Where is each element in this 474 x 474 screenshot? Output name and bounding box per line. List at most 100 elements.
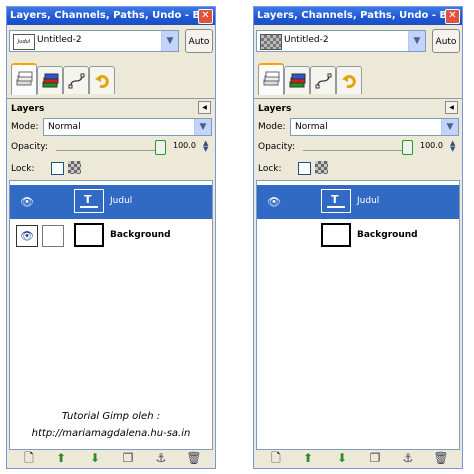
chain-toggle[interactable] — [42, 225, 64, 247]
watermark-line: http://mariamagdalena.hu-sa.in — [31, 428, 191, 439]
dock-title: Layers, Channels, Paths, Undo - B... — [257, 10, 459, 21]
lock-alpha-icon[interactable] — [315, 161, 328, 174]
opacity-label: Opacity: — [258, 142, 295, 152]
opacity-slider-handle[interactable] — [402, 140, 413, 155]
mode-value: Normal — [48, 122, 81, 132]
layer-name[interactable]: Judul — [357, 196, 379, 206]
chevron-down-icon[interactable]: ▼ — [441, 119, 458, 135]
tab-paths[interactable] — [63, 66, 89, 94]
layers-toolbar: 🗋 ⬆ ⬇ ❐ ⚓ 🗑 — [7, 448, 215, 468]
auto-button[interactable]: Auto — [432, 29, 460, 53]
lock-alpha-icon[interactable] — [68, 161, 81, 174]
layer-name[interactable]: Background — [357, 230, 418, 240]
raise-layer-icon[interactable]: ⬆ — [300, 450, 316, 466]
section-title: Layers — [258, 104, 292, 114]
layers-list: 👁 T Judul 👁 Background Tutorial Gimp ole… — [9, 180, 213, 450]
layer-row[interactable]: 👁 T Judul — [257, 185, 459, 219]
new-layer-icon[interactable]: 🗋 — [21, 450, 37, 466]
tab-paths[interactable] — [310, 66, 336, 94]
mode-select[interactable]: Normal ▼ — [290, 118, 459, 136]
paths-icon — [315, 73, 332, 89]
eye-icon: 👁 — [20, 195, 34, 209]
lock-label: Lock: — [258, 164, 282, 174]
paths-icon — [68, 73, 85, 89]
opacity-spinner-icon[interactable]: ▲ ▼ — [203, 140, 208, 153]
layer-thumbnail — [321, 223, 351, 247]
tab-channels[interactable] — [284, 66, 310, 94]
layer-name[interactable]: Background — [110, 230, 171, 240]
dock-title-bar[interactable]: Layers, Channels, Paths, Undo - B... ✕ — [254, 7, 462, 25]
image-thumbnail — [260, 34, 282, 50]
raise-layer-icon[interactable]: ⬆ — [53, 450, 69, 466]
opacity-value[interactable]: 100.0 — [173, 141, 196, 150]
tab-undo[interactable] — [89, 66, 115, 94]
lower-layer-icon[interactable]: ⬇ — [334, 450, 350, 466]
delete-layer-icon[interactable]: 🗑 — [433, 450, 449, 466]
delete-layer-icon[interactable]: 🗑 — [186, 450, 202, 466]
new-layer-icon[interactable]: 🗋 — [268, 450, 284, 466]
image-selector[interactable]: Untitled-2 ▼ — [256, 30, 426, 52]
dock-title-bar[interactable]: Layers, Channels, Paths, Undo - B... ✕ — [7, 7, 215, 25]
dock-menu-icon[interactable]: ◀ — [445, 101, 458, 114]
dock-title: Layers, Channels, Paths, Undo - B... — [10, 10, 212, 21]
layer-row[interactable]: 👁 Background — [10, 219, 212, 253]
anchor-layer-icon[interactable]: ⚓ — [400, 450, 416, 466]
chain-toggle[interactable] — [289, 225, 311, 247]
channels-icon — [289, 73, 306, 88]
layer-name[interactable]: Judul — [110, 196, 132, 206]
text-layer-icon: T — [331, 193, 339, 206]
dock-tabs — [254, 62, 462, 99]
close-icon[interactable]: ✕ — [198, 9, 213, 24]
layers-dock-right: Layers, Channels, Paths, Undo - B... ✕ U… — [253, 6, 463, 469]
watermark-line: Tutorial Gimp oleh : — [61, 411, 161, 422]
channels-icon — [42, 73, 59, 88]
layers-icon — [263, 71, 280, 86]
layers-dock-left: Layers, Channels, Paths, Undo - B... ✕ J… — [6, 6, 216, 469]
anchor-layer-icon[interactable]: ⚓ — [153, 450, 169, 466]
tab-channels[interactable] — [37, 66, 63, 94]
eye-icon: 👁 — [267, 195, 281, 209]
tab-layers[interactable] — [258, 63, 284, 95]
tab-layers[interactable] — [11, 63, 37, 95]
lower-layer-icon[interactable]: ⬇ — [87, 450, 103, 466]
undo-icon — [95, 75, 109, 89]
visibility-toggle[interactable] — [263, 225, 285, 247]
layer-thumbnail — [74, 223, 104, 247]
image-selector[interactable]: Judul Untitled-2 ▼ — [9, 30, 179, 52]
image-name: Untitled-2 — [284, 35, 329, 45]
opacity-value[interactable]: 100.0 — [420, 141, 443, 150]
chevron-down-icon[interactable]: ▼ — [161, 31, 178, 51]
opacity-slider-handle[interactable] — [155, 140, 166, 155]
close-icon[interactable]: ✕ — [445, 9, 460, 24]
opacity-slider[interactable] — [303, 150, 407, 151]
duplicate-layer-icon[interactable]: ❐ — [367, 450, 383, 466]
visibility-toggle[interactable]: 👁 — [16, 191, 38, 213]
chevron-down-icon[interactable]: ▼ — [194, 119, 211, 135]
layer-thumbnail: T — [321, 189, 351, 213]
layers-toolbar: 🗋 ⬆ ⬇ ❐ ⚓ 🗑 — [254, 448, 462, 468]
auto-button[interactable]: Auto — [185, 29, 213, 53]
chain-toggle[interactable] — [42, 191, 64, 213]
tab-undo[interactable] — [336, 66, 362, 94]
section-title: Layers — [11, 104, 45, 114]
visibility-toggle[interactable]: 👁 — [263, 191, 285, 213]
dock-tabs — [7, 62, 215, 99]
chevron-down-icon[interactable]: ▼ — [408, 31, 425, 51]
layer-row[interactable]: 👁 T Judul — [10, 185, 212, 219]
layers-list: 👁 T Judul Background — [256, 180, 460, 450]
opacity-spinner-icon[interactable]: ▲ ▼ — [450, 140, 455, 153]
lock-pixels-checkbox[interactable] — [51, 162, 64, 175]
mode-label: Mode: — [258, 122, 286, 132]
visibility-toggle[interactable]: 👁 — [16, 225, 38, 247]
chain-toggle[interactable] — [289, 191, 311, 213]
layer-row[interactable]: Background — [257, 219, 459, 253]
eye-icon: 👁 — [20, 229, 34, 243]
undo-icon — [342, 75, 356, 89]
duplicate-layer-icon[interactable]: ❐ — [120, 450, 136, 466]
image-name: Untitled-2 — [37, 35, 82, 45]
lock-pixels-checkbox[interactable] — [298, 162, 311, 175]
dock-menu-icon[interactable]: ◀ — [198, 101, 211, 114]
text-layer-icon: T — [84, 193, 92, 206]
opacity-slider[interactable] — [56, 150, 160, 151]
mode-select[interactable]: Normal ▼ — [43, 118, 212, 136]
